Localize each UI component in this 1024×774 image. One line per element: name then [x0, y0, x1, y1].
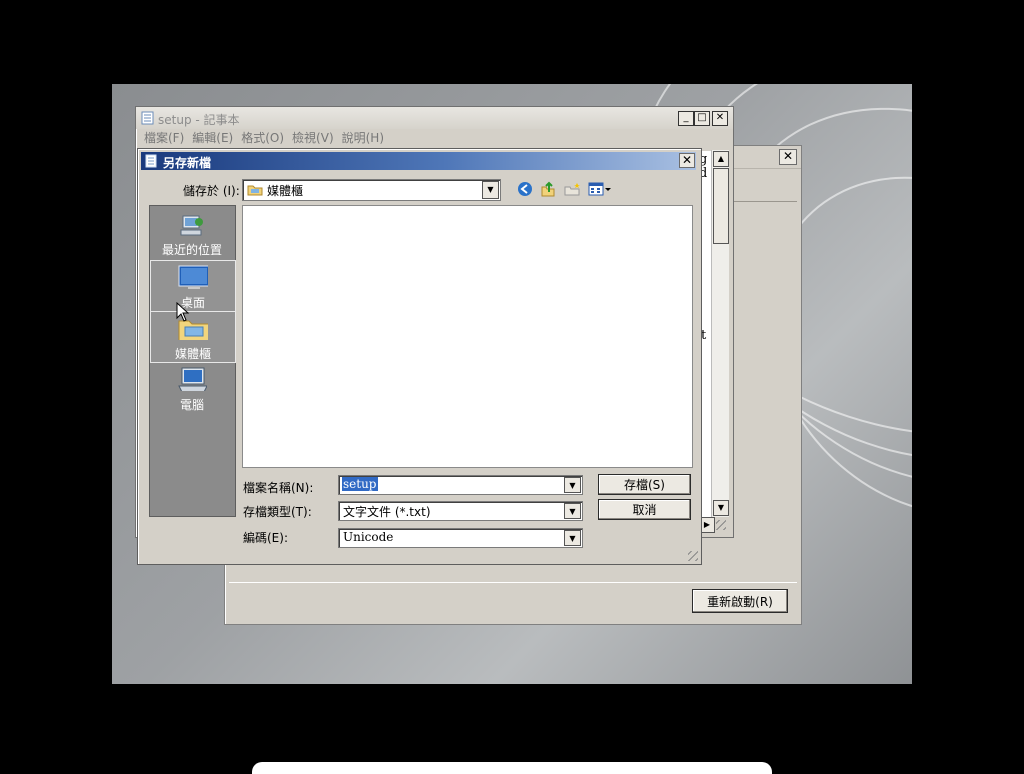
save-button[interactable]: 存檔(S) [598, 474, 691, 495]
cancel-button[interactable]: 取消 [598, 499, 691, 520]
view-menu-icon[interactable] [588, 181, 612, 197]
bottom-bar [252, 762, 772, 774]
menu-view[interactable]: 檢視(V) [292, 131, 334, 145]
place-label: 桌面 [180, 296, 205, 310]
filetype-dropdown[interactable]: 文字文件 (*.txt) ▼ [338, 501, 583, 521]
dialog-title: 另存新檔 [163, 156, 212, 170]
dialog-resize-grip[interactable] [688, 551, 698, 561]
back-icon[interactable] [517, 181, 533, 197]
encoding-dropdown[interactable]: Unicode ▼ [338, 528, 583, 548]
chevron-down-icon[interactable]: ▼ [564, 503, 581, 519]
scroll-up-arrow-icon[interactable]: ▲ [713, 151, 729, 167]
notepad-titlebar: setup - 記事本 _ □ ✕ [136, 107, 733, 129]
menu-edit[interactable]: 編輯(E) [192, 131, 233, 145]
places-bar: 最近的位置 桌面 媒體櫃 電腦 [149, 205, 236, 517]
notepad-menubar: 檔案(F) 編輯(E) 格式(O) 檢視(V) 說明(H) [136, 129, 733, 147]
filetype-label: 存檔類型(T): [243, 505, 312, 519]
filename-label: 檔案名稱(N): [243, 481, 314, 495]
encoding-label: 編碼(E): [243, 531, 288, 545]
restart-button[interactable]: 重新啟動(R) [692, 589, 788, 613]
filetype-value: 文字文件 (*.txt) [343, 505, 431, 519]
minimize-icon: _ [683, 112, 689, 123]
filename-input[interactable]: setup ▼ [338, 475, 583, 495]
place-computer[interactable]: 電腦 [150, 363, 234, 413]
notepad-resize-grip[interactable] [716, 520, 726, 530]
place-recent[interactable]: 最近的位置 [150, 208, 234, 258]
new-folder-icon[interactable] [564, 181, 580, 197]
save-as-dialog: 另存新檔 ✕ 儲存於 (I): 媒體櫃 ▼ 最近的位置 桌面 媒體櫃 電腦 檔案… [137, 148, 702, 565]
library-folder-icon [247, 185, 263, 196]
close-button[interactable]: ✕ [712, 111, 728, 126]
filename-value: setup [342, 477, 378, 491]
save-in-value: 媒體櫃 [267, 184, 304, 198]
menu-help[interactable]: 說明(H) [342, 131, 384, 145]
setup-close-button[interactable]: ✕ [779, 149, 797, 165]
close-icon: ✕ [782, 149, 794, 163]
place-library[interactable]: 媒體櫃 [150, 311, 236, 363]
scroll-thumb[interactable] [713, 168, 729, 244]
scroll-down-arrow-icon[interactable]: ▼ [713, 500, 729, 516]
close-icon: ✕ [681, 153, 693, 167]
computer-icon [178, 367, 208, 393]
dialog-titlebar: 另存新檔 [141, 152, 696, 170]
maximize-button[interactable]: □ [694, 111, 710, 126]
mouse-cursor-icon [176, 302, 190, 322]
notepad-icon [141, 111, 154, 125]
menu-file[interactable]: 檔案(F) [144, 131, 184, 145]
save-in-dropdown[interactable]: 媒體櫃 ▼ [242, 179, 501, 201]
chevron-down-icon[interactable]: ▼ [564, 477, 581, 493]
notepad-vertical-scrollbar[interactable]: ▲ ▼ [711, 150, 729, 517]
notepad-title: setup - 記事本 [158, 113, 240, 127]
place-label: 最近的位置 [161, 243, 222, 257]
desktop-icon [178, 265, 210, 290]
save-in-label: 儲存於 (I): [183, 184, 240, 198]
encoding-value: Unicode [343, 530, 394, 544]
dialog-close-button[interactable]: ✕ [679, 153, 695, 168]
notepad-icon [145, 154, 157, 168]
menu-format[interactable]: 格式(O) [241, 131, 284, 145]
up-folder-icon[interactable] [540, 181, 556, 197]
close-icon: ✕ [715, 112, 725, 123]
file-list[interactable] [242, 205, 693, 468]
recent-places-icon [180, 215, 203, 236]
place-label: 媒體櫃 [174, 347, 211, 361]
place-label: 電腦 [179, 398, 204, 412]
maximize-icon: □ [697, 112, 707, 123]
chevron-down-icon[interactable]: ▼ [482, 181, 499, 199]
chevron-down-icon[interactable]: ▼ [564, 530, 581, 546]
place-desktop[interactable]: 桌面 [150, 260, 236, 312]
minimize-button[interactable]: _ [678, 111, 694, 126]
